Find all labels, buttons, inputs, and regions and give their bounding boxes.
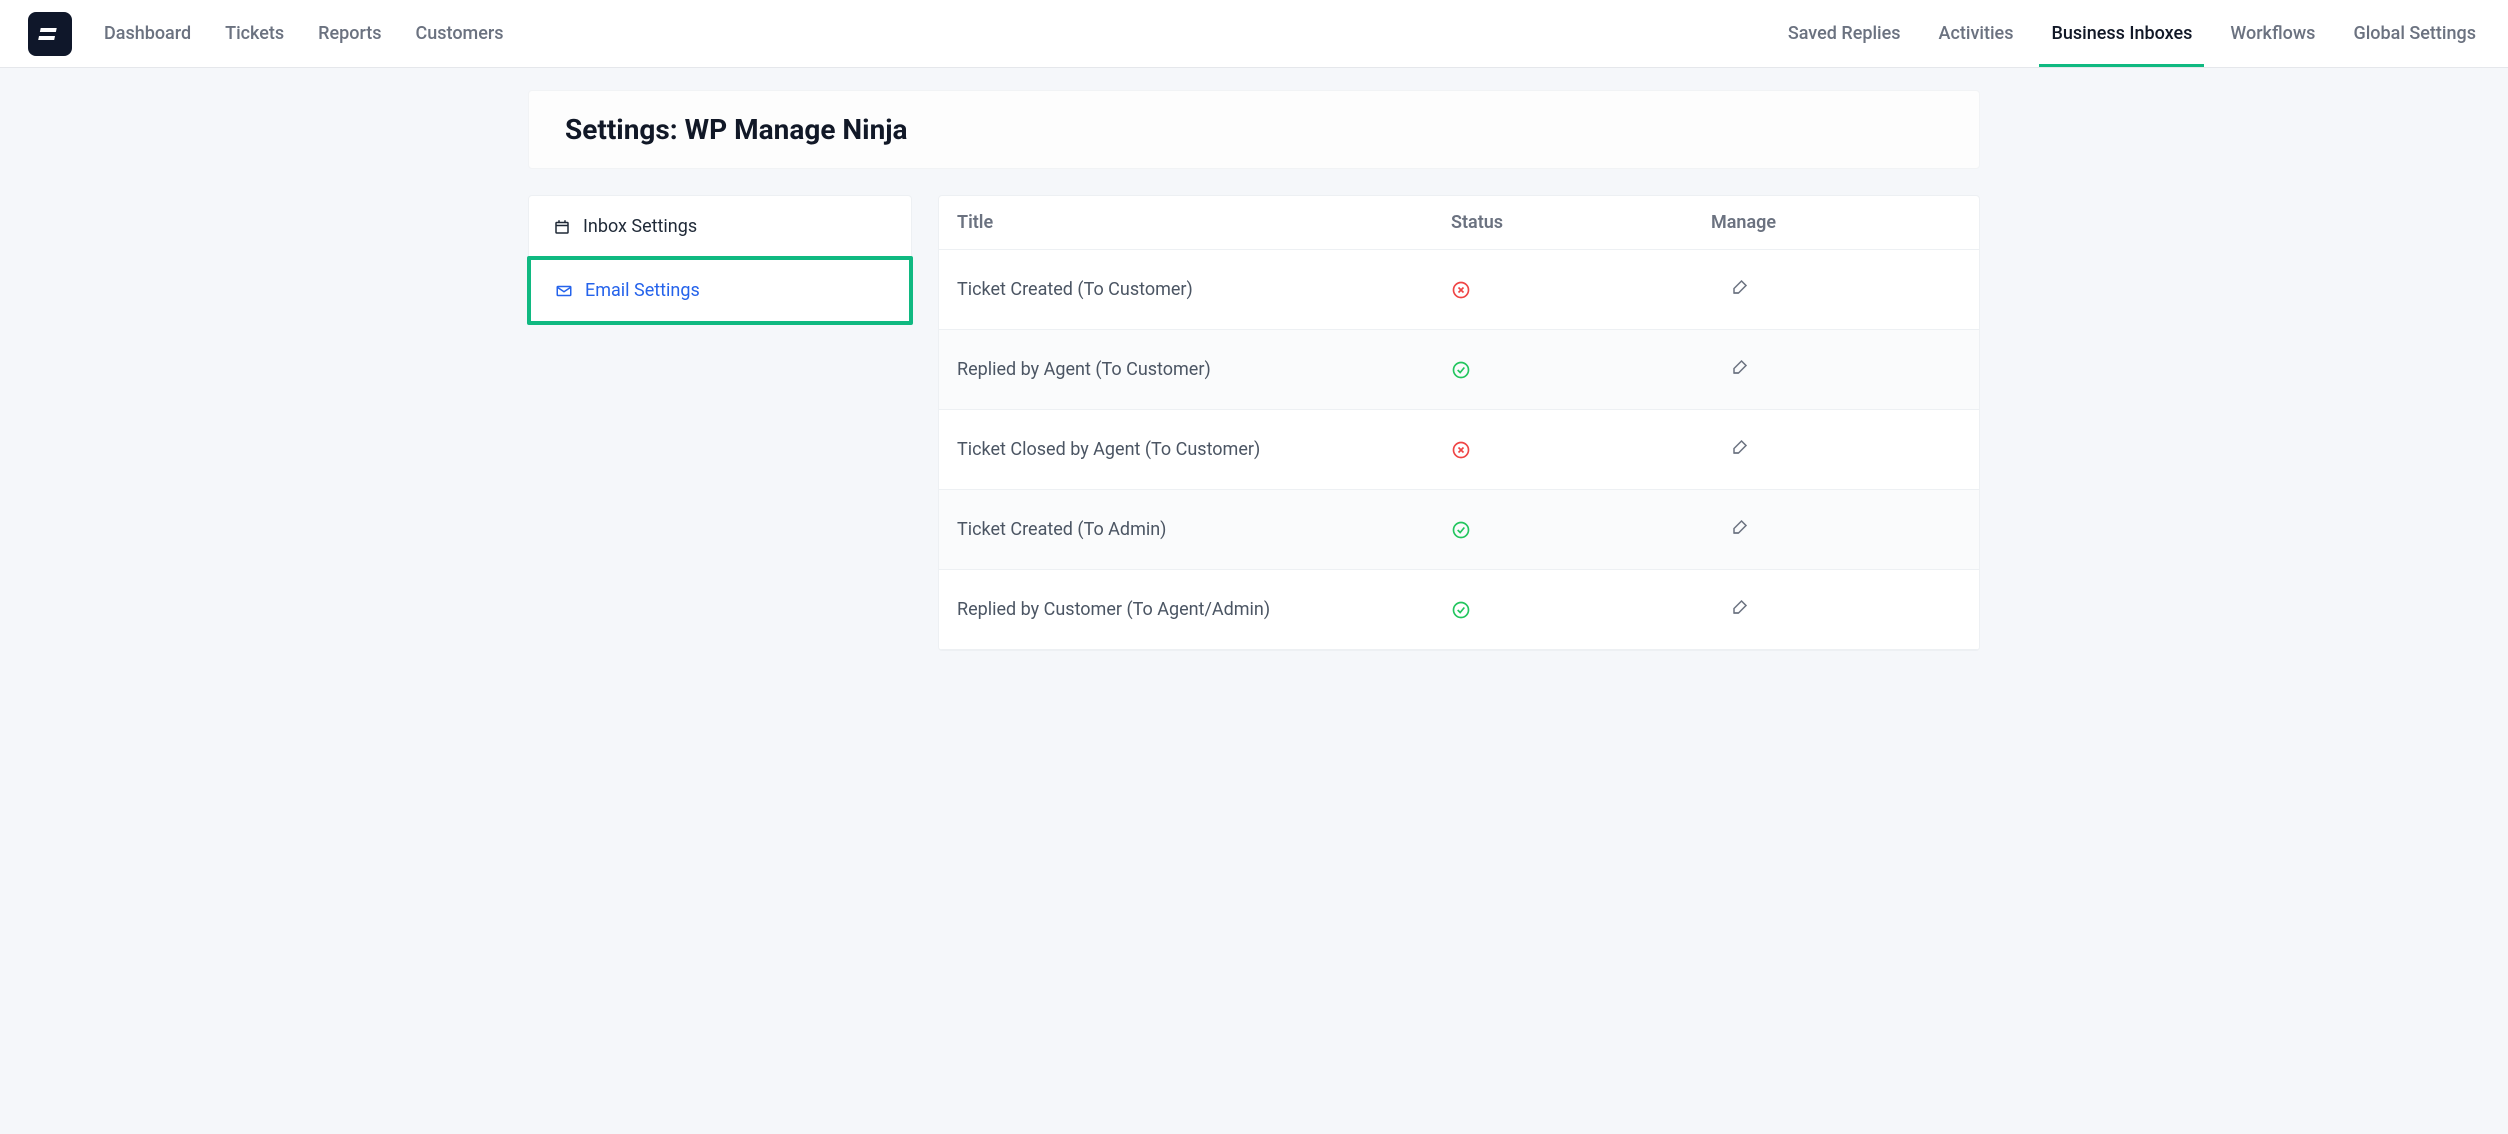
edit-button[interactable] bbox=[1731, 278, 1749, 301]
col-title: Title bbox=[957, 212, 1451, 233]
nav-saved-replies[interactable]: Saved Replies bbox=[1784, 0, 1905, 67]
sidebar-item-inbox-settings[interactable]: Inbox Settings bbox=[529, 196, 911, 258]
check-circle-icon bbox=[1451, 360, 1471, 380]
row-manage bbox=[1711, 518, 1961, 541]
row-title: Ticket Created (To Admin) bbox=[957, 519, 1451, 540]
row-status bbox=[1451, 280, 1711, 300]
nav-workflows[interactable]: Workflows bbox=[2226, 0, 2319, 67]
col-status: Status bbox=[1451, 212, 1711, 233]
pencil-icon bbox=[1731, 518, 1749, 536]
edit-button[interactable] bbox=[1731, 518, 1749, 541]
nav-activities[interactable]: Activities bbox=[1935, 0, 2018, 67]
col-manage: Manage bbox=[1711, 212, 1961, 233]
content-row: Inbox Settings Email Settings Title Stat… bbox=[528, 195, 1980, 651]
sidebar-item-email-settings[interactable]: Email Settings bbox=[527, 256, 913, 325]
edit-button[interactable] bbox=[1731, 598, 1749, 621]
topbar: Dashboard Tickets Reports Customers Save… bbox=[0, 0, 2508, 68]
row-title: Replied by Agent (To Customer) bbox=[957, 359, 1451, 380]
row-manage bbox=[1711, 358, 1961, 381]
app-logo[interactable] bbox=[28, 12, 72, 56]
nav-reports[interactable]: Reports bbox=[318, 23, 381, 44]
row-status bbox=[1451, 440, 1711, 460]
pencil-icon bbox=[1731, 598, 1749, 616]
pencil-icon bbox=[1731, 278, 1749, 296]
table-row: Ticket Created (To Admin) bbox=[939, 490, 1979, 570]
check-circle-icon bbox=[1451, 600, 1471, 620]
email-settings-table: Title Status Manage Ticket Created (To C… bbox=[938, 195, 1980, 651]
table-header-row: Title Status Manage bbox=[939, 196, 1979, 250]
table-row: Ticket Closed by Agent (To Customer) bbox=[939, 410, 1979, 490]
nav-tickets[interactable]: Tickets bbox=[225, 23, 284, 44]
page-header: Settings: WP Manage Ninja bbox=[528, 90, 1980, 169]
primary-nav: Dashboard Tickets Reports Customers bbox=[104, 23, 504, 44]
row-title: Ticket Closed by Agent (To Customer) bbox=[957, 439, 1451, 460]
row-manage bbox=[1711, 438, 1961, 461]
table-row: Ticket Created (To Customer) bbox=[939, 250, 1979, 330]
sidebar-item-label: Email Settings bbox=[585, 280, 700, 301]
table-row: Replied by Agent (To Customer) bbox=[939, 330, 1979, 410]
settings-sidebar: Inbox Settings Email Settings bbox=[528, 195, 912, 324]
main-panel: Title Status Manage Ticket Created (To C… bbox=[912, 195, 1980, 651]
row-title: Replied by Customer (To Agent/Admin) bbox=[957, 599, 1451, 620]
edit-button[interactable] bbox=[1731, 358, 1749, 381]
topbar-left: Dashboard Tickets Reports Customers bbox=[28, 12, 504, 56]
nav-global-settings[interactable]: Global Settings bbox=[2349, 0, 2480, 67]
nav-dashboard[interactable]: Dashboard bbox=[104, 23, 191, 44]
secondary-nav: Saved Replies Activities Business Inboxe… bbox=[1784, 0, 2480, 67]
row-manage bbox=[1711, 598, 1961, 621]
page-title: Settings: WP Manage Ninja bbox=[565, 113, 1943, 146]
pencil-icon bbox=[1731, 438, 1749, 456]
check-circle-icon bbox=[1451, 520, 1471, 540]
nav-customers[interactable]: Customers bbox=[416, 23, 504, 44]
mail-icon bbox=[555, 282, 573, 300]
nav-business-inboxes[interactable]: Business Inboxes bbox=[2047, 0, 2196, 67]
row-manage bbox=[1711, 278, 1961, 301]
table-row: Replied by Customer (To Agent/Admin) bbox=[939, 570, 1979, 650]
pencil-icon bbox=[1731, 358, 1749, 376]
x-circle-icon bbox=[1451, 440, 1471, 460]
row-status bbox=[1451, 360, 1711, 380]
sidebar-item-label: Inbox Settings bbox=[583, 216, 697, 237]
edit-button[interactable] bbox=[1731, 438, 1749, 461]
row-status bbox=[1451, 600, 1711, 620]
x-circle-icon bbox=[1451, 280, 1471, 300]
page-wrap: Settings: WP Manage Ninja Inbox Settings bbox=[524, 90, 1984, 651]
row-title: Ticket Created (To Customer) bbox=[957, 279, 1451, 300]
inbox-icon bbox=[553, 218, 571, 236]
row-status bbox=[1451, 520, 1711, 540]
logo-icon bbox=[38, 22, 62, 46]
